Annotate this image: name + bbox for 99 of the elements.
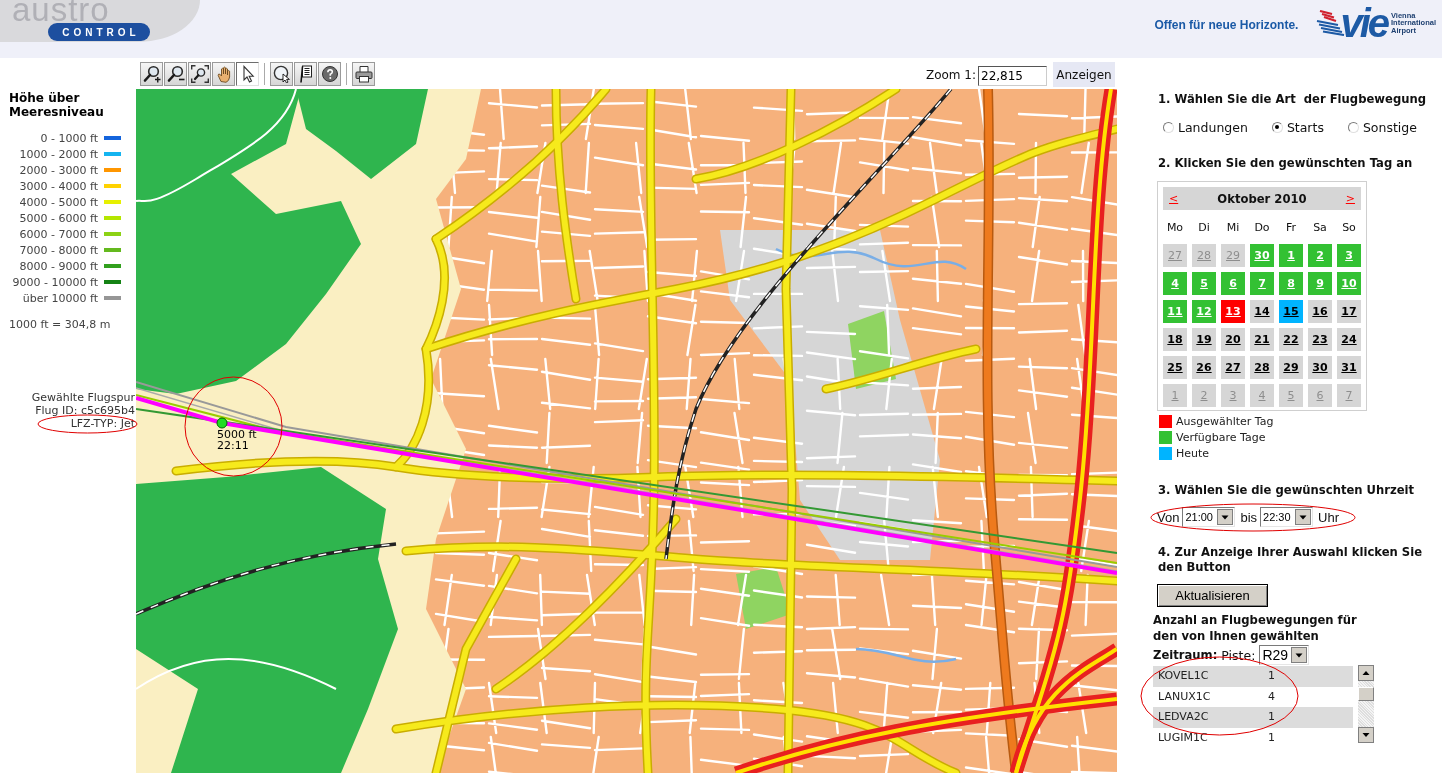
step-heading: 2. Klicken Sie den gewünschten Tag an (1158, 156, 1414, 171)
route-cell-text: LANUX1C (1157, 688, 1212, 705)
pan-button[interactable] (212, 62, 235, 86)
calendar-day[interactable]: 17 (1337, 300, 1361, 323)
zoom-label: Zoom 1: (925, 67, 976, 82)
calendar-day[interactable]: 31 (1337, 356, 1361, 379)
magnifier-cursor-icon (272, 65, 291, 83)
zoom-extent-icon (190, 65, 209, 83)
calendar-day[interactable]: 14 (1250, 300, 1274, 323)
calendar-day[interactable]: 23 (1308, 328, 1332, 351)
time-select[interactable]: 21:00 (1182, 507, 1236, 527)
legend-label: 4000 - 5000 ft (19, 195, 98, 209)
weekday-label: Sa (1312, 220, 1328, 236)
scroll-thumb[interactable] (1358, 687, 1374, 701)
altitude-label: 5000 ft (217, 429, 257, 440)
legend-label: 2000 - 3000 ft (19, 163, 98, 177)
calendar-day[interactable]: 21 (1250, 328, 1274, 351)
calendar-day[interactable]: 22 (1279, 328, 1303, 351)
to-label: bis (1240, 509, 1258, 525)
calendar-day[interactable]: 16 (1308, 300, 1332, 323)
count-cell: 1 (1263, 666, 1353, 687)
show-button[interactable]: Anzeigen (1053, 62, 1115, 87)
runway-select[interactable]: R29 (1259, 645, 1310, 665)
calendar-day[interactable]: 26 (1192, 356, 1216, 379)
help-button[interactable] (318, 62, 341, 86)
legend-label: 1000 - 2000 ft (19, 147, 98, 161)
flight-id: Flug ID: c5c695b4 (35, 404, 135, 417)
zoom-extent-button[interactable] (188, 62, 211, 86)
scrollbar[interactable] (1358, 665, 1374, 743)
calendar-day[interactable]: 20 (1221, 328, 1245, 351)
zoom-field[interactable]: 22,815 (978, 66, 1047, 86)
track-point-icon (216, 417, 228, 429)
weekday-label: Di (1197, 220, 1211, 236)
route-cell: KOVEL1C (1153, 666, 1263, 687)
count-cell-text: 1 (1267, 729, 1276, 746)
radio-label[interactable]: Starts (1286, 119, 1324, 135)
identify-button[interactable] (270, 62, 293, 86)
results-heading: Zeitraum: (1153, 648, 1218, 662)
calendar-day[interactable]: 15 (1279, 300, 1303, 323)
step-heading: 4. Zur Anzeige Ihrer Auswahl klicken Sie den Button (1158, 545, 1424, 575)
aircraft-type: LFZ-TYP: Jet (70, 417, 135, 430)
radio-button[interactable] (1163, 121, 1174, 133)
time-select[interactable]: 22:30 (1260, 507, 1314, 527)
count-cell-text: 4 (1267, 688, 1276, 705)
help-icon (320, 65, 339, 83)
legend-label: 9000 - 10000 ft (12, 275, 98, 289)
legend-label: 3000 - 4000 ft (19, 179, 98, 193)
calendar-day[interactable]: 28 (1250, 356, 1274, 379)
weekday-label: Do (1253, 220, 1271, 236)
step-heading: 1. Wählen Sie die Art der Flugbewegung (1158, 92, 1427, 107)
count-cell: 1 (1263, 707, 1353, 728)
radio-label[interactable]: Sonstige (1362, 119, 1417, 135)
unit-label: Uhr (1318, 509, 1339, 525)
calendar-day[interactable]: 19 (1192, 328, 1216, 351)
calendar-day[interactable]: 13 (1221, 300, 1245, 323)
legend-label: Ausgewählter Tag (1176, 414, 1274, 428)
route-cell: LEDVA2C (1153, 707, 1263, 728)
calendar-day[interactable]: 18 (1163, 328, 1187, 351)
legend-label: Heute (1176, 446, 1210, 460)
route-cell-text: LUGIM1C (1157, 729, 1209, 746)
legend-label: Verfügbare Tage (1176, 430, 1266, 444)
legend-label: 5000 - 6000 ft (19, 211, 98, 225)
calendar-day[interactable]: 30 (1308, 356, 1332, 379)
weekday-label: So (1341, 220, 1357, 236)
update-button[interactable]: Aktualisieren (1157, 584, 1268, 607)
legend-note: 1000 ft = 304,8 m (9, 318, 112, 331)
calendar-day[interactable]: 25 (1163, 356, 1187, 379)
radio-button[interactable] (1347, 121, 1359, 133)
zoom-in-icon (142, 65, 161, 83)
radio-button[interactable] (1271, 121, 1283, 133)
flight-title: Gewählte Flugspur (31, 391, 135, 404)
zoom-in-button[interactable] (140, 62, 163, 86)
weekday-label: Mi (1225, 220, 1241, 236)
calendar-day[interactable]: 24 (1337, 328, 1361, 351)
legend-label: 7000 - 8000 ft (19, 243, 98, 257)
legend-label: 8000 - 9000 ft (19, 259, 98, 273)
printer-icon (354, 65, 373, 83)
radio-label[interactable]: Landungen (1178, 119, 1248, 135)
legend-label: über 10000 ft (22, 291, 98, 305)
legend-button[interactable] (294, 62, 317, 86)
logo-badge: CONTROL (48, 23, 150, 41)
weekday-label: Fr (1284, 220, 1298, 236)
step-heading: 3. Wählen Sie die gewünschten Uhrzeit (1158, 483, 1416, 498)
zoom-out-button[interactable] (164, 62, 187, 86)
month-title: Oktober 2010 (1217, 191, 1307, 206)
weekday-label: Mo (1165, 220, 1185, 236)
print-button[interactable] (352, 62, 375, 86)
select-button[interactable] (236, 62, 259, 86)
slogan: Offen für neue Horizonte. (1154, 18, 1299, 32)
legend-label: 6000 - 7000 ft (19, 227, 98, 241)
calendar-day[interactable]: 27 (1221, 356, 1245, 379)
results-heading: Anzahl an Flugbewegungen für den von Ihnen gewählten (1153, 612, 1358, 644)
from-label: Von (1157, 509, 1180, 525)
time-label: 22:11 (217, 440, 250, 451)
legend-title: Höhe über Meeresniveau (9, 91, 105, 119)
calendar-day[interactable]: 29 (1279, 356, 1303, 379)
legend-label: 0 - 1000 ft (40, 131, 98, 145)
zoom-out-icon (166, 65, 185, 83)
airport-wordmark: vie (1340, 6, 1387, 40)
